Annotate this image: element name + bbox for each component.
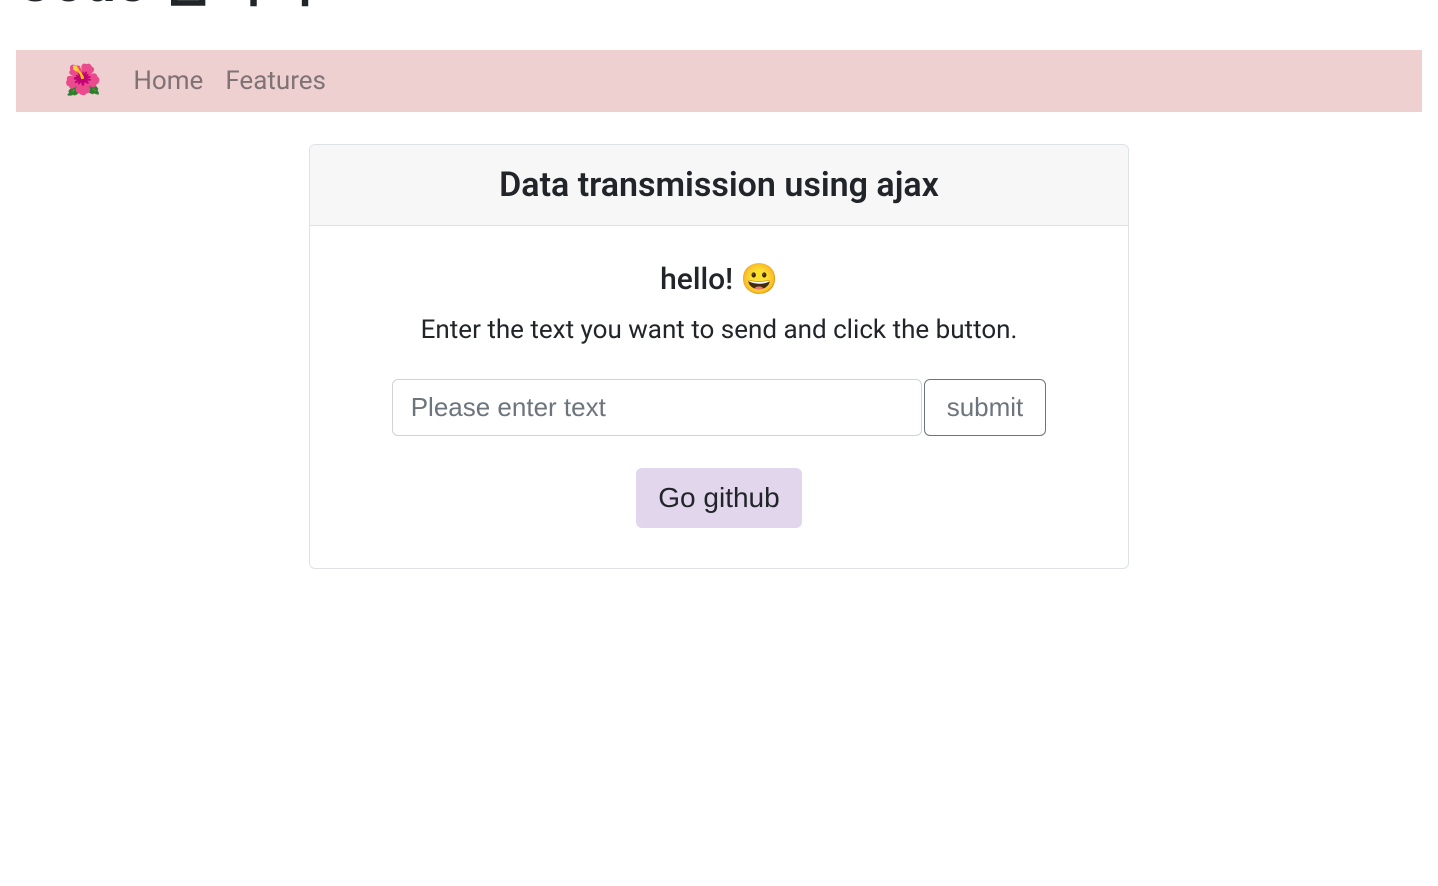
- go-github-button[interactable]: Go github: [636, 468, 801, 528]
- card-body: hello! 😀 Enter the text you want to send…: [310, 226, 1128, 568]
- card-header: Data transmission using ajax: [310, 145, 1128, 226]
- page-title: Code 넘기기: [16, 0, 1438, 40]
- navbar: 🌺 Home Features: [16, 50, 1422, 112]
- main-content: Data transmission using ajax hello! 😀 En…: [0, 112, 1438, 601]
- input-row: submit: [350, 379, 1088, 436]
- hibiscus-icon: 🌺: [64, 66, 101, 96]
- text-input[interactable]: [392, 379, 922, 436]
- nav-links: Home Features: [133, 66, 326, 96]
- instruction-text: Enter the text you want to send and clic…: [350, 315, 1088, 345]
- ajax-card: Data transmission using ajax hello! 😀 En…: [309, 144, 1129, 569]
- nav-link-features[interactable]: Features: [225, 66, 326, 96]
- submit-button[interactable]: submit: [924, 379, 1047, 436]
- nav-link-home[interactable]: Home: [133, 66, 203, 96]
- greeting-text: hello! 😀: [350, 262, 1088, 297]
